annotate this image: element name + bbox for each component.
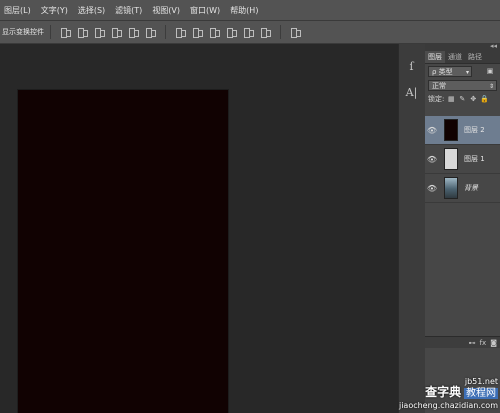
layer-row-background[interactable]: 👁 背景 — [425, 174, 500, 203]
options-bar: 显示变换控件 — [0, 21, 500, 44]
menu-select[interactable]: 选择(S) — [78, 5, 105, 16]
menu-help[interactable]: 帮助(H) — [230, 5, 258, 16]
eye-icon[interactable]: 👁 — [425, 126, 439, 135]
layer-name: 图层 2 — [464, 126, 485, 134]
panel-collapse-bar[interactable]: ◂◂ — [425, 42, 500, 51]
layer-name: 图层 1 — [464, 155, 485, 163]
distribute-left-icon[interactable] — [225, 26, 238, 38]
divider — [280, 25, 281, 39]
align-right-icon[interactable] — [144, 26, 157, 38]
layer-name: 背景 — [464, 184, 478, 192]
link-icon[interactable]: ⊷ — [469, 339, 476, 347]
fx-icon[interactable]: fx — [480, 339, 487, 347]
canvas-area[interactable] — [0, 44, 398, 413]
menu-bar: 图层(L) 文字(Y) 选择(S) 滤镜(T) 视图(V) 窗口(W) 帮助(H… — [0, 0, 500, 21]
layer-thumbnail — [444, 177, 458, 199]
paragraph-icon[interactable]: A| — [402, 84, 421, 101]
chevron-down-icon: ⇕ — [488, 82, 494, 90]
filter-row: ρ 类型 ▾ ▣ — [425, 64, 500, 78]
eye-icon[interactable]: 👁 — [425, 184, 439, 193]
eye-icon[interactable]: 👁 — [425, 155, 439, 164]
collapse-icon[interactable]: ◂◂ — [490, 42, 497, 50]
layer-row-1[interactable]: 👁 图层 1 — [425, 145, 500, 174]
align-left-icon[interactable] — [110, 26, 123, 38]
layers-panel: ◂◂ 图层 通道 路径 ρ 类型 ▾ ▣ 正常 ⇕ 锁定: ▦ ✎ ✥ 🔒 👁 … — [425, 42, 500, 413]
lock-move-icon[interactable]: ✥ — [469, 95, 477, 103]
panel-tabs: 图层 通道 路径 — [425, 51, 500, 64]
layer-thumbnail — [444, 148, 458, 170]
align-top-icon[interactable] — [59, 26, 72, 38]
document-canvas[interactable] — [18, 90, 228, 413]
layer-row-2[interactable]: 👁 图层 2 — [425, 116, 500, 145]
menu-view[interactable]: 视图(V) — [152, 5, 180, 16]
panel-icon-strip: ſ A| — [398, 44, 426, 413]
tab-paths[interactable]: 路径 — [465, 51, 485, 63]
watermark-main: 查字典 — [425, 385, 462, 399]
distribute-vcenter-icon[interactable] — [191, 26, 204, 38]
distribute-bottom-icon[interactable] — [208, 26, 221, 38]
align-bottom-icon[interactable] — [93, 26, 106, 38]
align-vcenter-icon[interactable] — [76, 26, 89, 38]
watermark: jb51.net 查字典 教程网 jiaocheng.chazidian.com — [399, 376, 498, 411]
layer-filter-select[interactable]: ρ 类型 ▾ — [428, 65, 472, 77]
image-filter-icon[interactable]: ▣ — [486, 67, 494, 75]
menu-window[interactable]: 窗口(W) — [190, 5, 220, 16]
mask-icon[interactable]: ◙ — [490, 339, 497, 347]
distribute-hcenter-icon[interactable] — [242, 26, 255, 38]
distribute-top-icon[interactable] — [174, 26, 187, 38]
lock-label: 锁定: — [428, 95, 445, 103]
watermark-title: 查字典 教程网 — [399, 385, 498, 400]
watermark-box: 教程网 — [464, 388, 498, 399]
layer-thumbnail — [444, 119, 458, 141]
blend-mode-value: 正常 — [432, 81, 446, 90]
lock-brush-icon[interactable]: ✎ — [458, 95, 466, 103]
character-style-icon[interactable]: ſ — [402, 58, 421, 75]
auto-align-icon[interactable] — [289, 26, 302, 38]
divider — [50, 25, 51, 39]
lock-all-icon[interactable]: 🔒 — [480, 95, 489, 103]
layer-filter-value: ρ 类型 — [432, 67, 453, 76]
show-transform-controls-label[interactable]: 显示变换控件 — [2, 27, 44, 37]
watermark-sub: jiaocheng.chazidian.com — [398, 401, 498, 410]
divider — [165, 25, 166, 39]
align-hcenter-icon[interactable] — [127, 26, 140, 38]
blend-row: 正常 ⇕ — [425, 78, 500, 92]
tab-layers[interactable]: 图层 — [425, 51, 445, 63]
menu-filter[interactable]: 滤镜(T) — [115, 5, 142, 16]
menu-layer[interactable]: 图层(L) — [4, 5, 31, 16]
chevron-down-icon: ▾ — [465, 68, 469, 76]
distribute-right-icon[interactable] — [259, 26, 272, 38]
lock-transparent-icon[interactable]: ▦ — [447, 95, 455, 103]
menu-type[interactable]: 文字(Y) — [41, 5, 68, 16]
blend-mode-select[interactable]: 正常 ⇕ — [428, 79, 497, 91]
lock-row: 锁定: ▦ ✎ ✥ 🔒 — [425, 92, 500, 106]
tab-channels[interactable]: 通道 — [445, 51, 465, 63]
panel-footer: ⊷ fx ◙ — [425, 336, 500, 348]
